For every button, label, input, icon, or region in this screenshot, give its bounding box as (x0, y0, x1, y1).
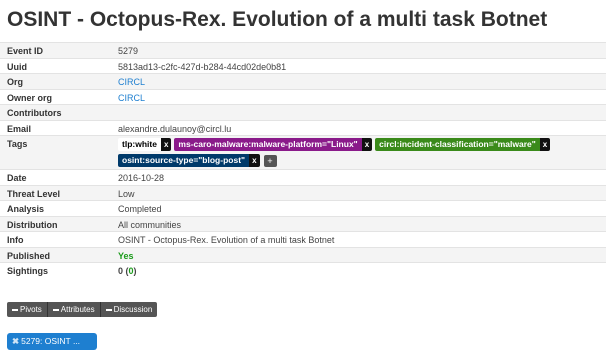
label-info: Info (7, 235, 24, 245)
pivot-event-label: 5279: OSINT ... (21, 336, 81, 346)
value-date: 2016-10-28 (118, 173, 165, 183)
value-analysis: Completed (118, 204, 162, 214)
label-email: Email (7, 123, 32, 134)
label-analysis: Analysis (7, 204, 45, 214)
tag: ms-caro-malware:malware-platform="Linux"… (174, 138, 373, 151)
org-link[interactable]: CIRCL (118, 77, 145, 87)
row-threat-level: Threat Level Low (0, 184, 606, 200)
row-info: Info OSINT - Octopus-Rex. Evolution of a… (0, 231, 606, 247)
tag: circl:incident-classification="malware" … (375, 138, 551, 151)
value-email: alexandre.dulaunoy@circl.lu (118, 123, 232, 134)
row-distribution: Distribution All communities (0, 215, 606, 231)
label-published: Published (7, 250, 51, 261)
view-toggle-bar: Pivots Attributes Discussion (7, 302, 158, 317)
row-date: Date 2016-10-28 (0, 169, 606, 185)
minus-icon (105, 308, 112, 311)
row-owner-org: Owner org CIRCL (0, 88, 606, 105)
value-contributors (118, 105, 606, 108)
row-event-id: Event ID 5279 (0, 42, 606, 58)
discussion-toggle-button[interactable]: Discussion (100, 302, 158, 317)
remove-tag-icon[interactable]: x (361, 138, 373, 151)
label-sightings: Sightings (7, 266, 48, 276)
value-info: OSINT - Octopus-Rex. Evolution of a mult… (118, 235, 335, 245)
value-published: Yes (118, 250, 134, 261)
close-icon[interactable]: ✖ (12, 336, 19, 346)
tag: tlp:white x (118, 138, 172, 151)
attributes-toggle-button[interactable]: Attributes (47, 302, 101, 317)
label-org: Org (7, 77, 24, 87)
minus-icon (12, 308, 18, 311)
row-tags: Tags tlp:white x ms-caro-malware:malware… (0, 135, 606, 169)
label-tags: Tags (7, 139, 28, 149)
add-tag-button[interactable]: + (263, 154, 277, 167)
owner-org-link[interactable]: CIRCL (118, 93, 145, 103)
tag-label-source-type[interactable]: osint:source-type="blog-post" (118, 154, 250, 167)
row-org: Org CIRCL (0, 73, 606, 89)
minus-icon (52, 308, 59, 311)
row-uuid: Uuid 5813ad13-c2fc-427d-b284-44cd02de0b8… (0, 57, 606, 74)
row-published: Published Yes (0, 246, 606, 262)
label-threat-level: Threat Level (7, 188, 61, 199)
label-distribution: Distribution (7, 219, 58, 230)
label-owner-org: Owner org (7, 92, 53, 103)
label-event-id: Event ID (7, 46, 44, 56)
sightings-count-link[interactable]: 0 (129, 266, 134, 276)
event-metadata-table: Event ID 5279 Uuid 5813ad13-c2fc-427d-b2… (0, 42, 606, 278)
pivots-toggle-button[interactable]: Pivots (7, 302, 48, 317)
tag: osint:source-type="blog-post" x (118, 154, 260, 167)
tag-list: tlp:white x ms-caro-malware:malware-plat… (118, 136, 606, 169)
remove-tag-icon[interactable]: x (249, 154, 260, 167)
value-uuid: 5813ad13-c2fc-427d-b284-44cd02de0b81 (118, 61, 287, 72)
value-sightings: 0 (118, 266, 124, 276)
value-event-id: 5279 (118, 46, 139, 56)
row-sightings: Sightings 0 (0) (0, 262, 606, 278)
label-contributors: Contributors (7, 108, 62, 118)
value-threat-level: Low (118, 188, 135, 199)
value-distribution: All communities (118, 219, 182, 230)
remove-tag-icon[interactable]: x (160, 138, 172, 151)
tag-label-tlp-white[interactable]: tlp:white (118, 138, 161, 151)
row-analysis: Analysis Completed (0, 200, 606, 216)
tag-label-malware-platform[interactable]: ms-caro-malware:malware-platform="Linux" (174, 138, 362, 151)
remove-tag-icon[interactable]: x (539, 138, 551, 151)
label-date: Date (7, 173, 27, 183)
pivot-event-chip[interactable]: ✖ 5279: OSINT ... (7, 333, 97, 350)
row-email: Email alexandre.dulaunoy@circl.lu (0, 119, 606, 136)
tag-label-incident-classification[interactable]: circl:incident-classification="malware" (375, 138, 540, 151)
row-contributors: Contributors (0, 104, 606, 120)
label-uuid: Uuid (7, 61, 27, 72)
page-title: OSINT - Octopus-Rex. Evolution of a mult… (7, 8, 548, 31)
